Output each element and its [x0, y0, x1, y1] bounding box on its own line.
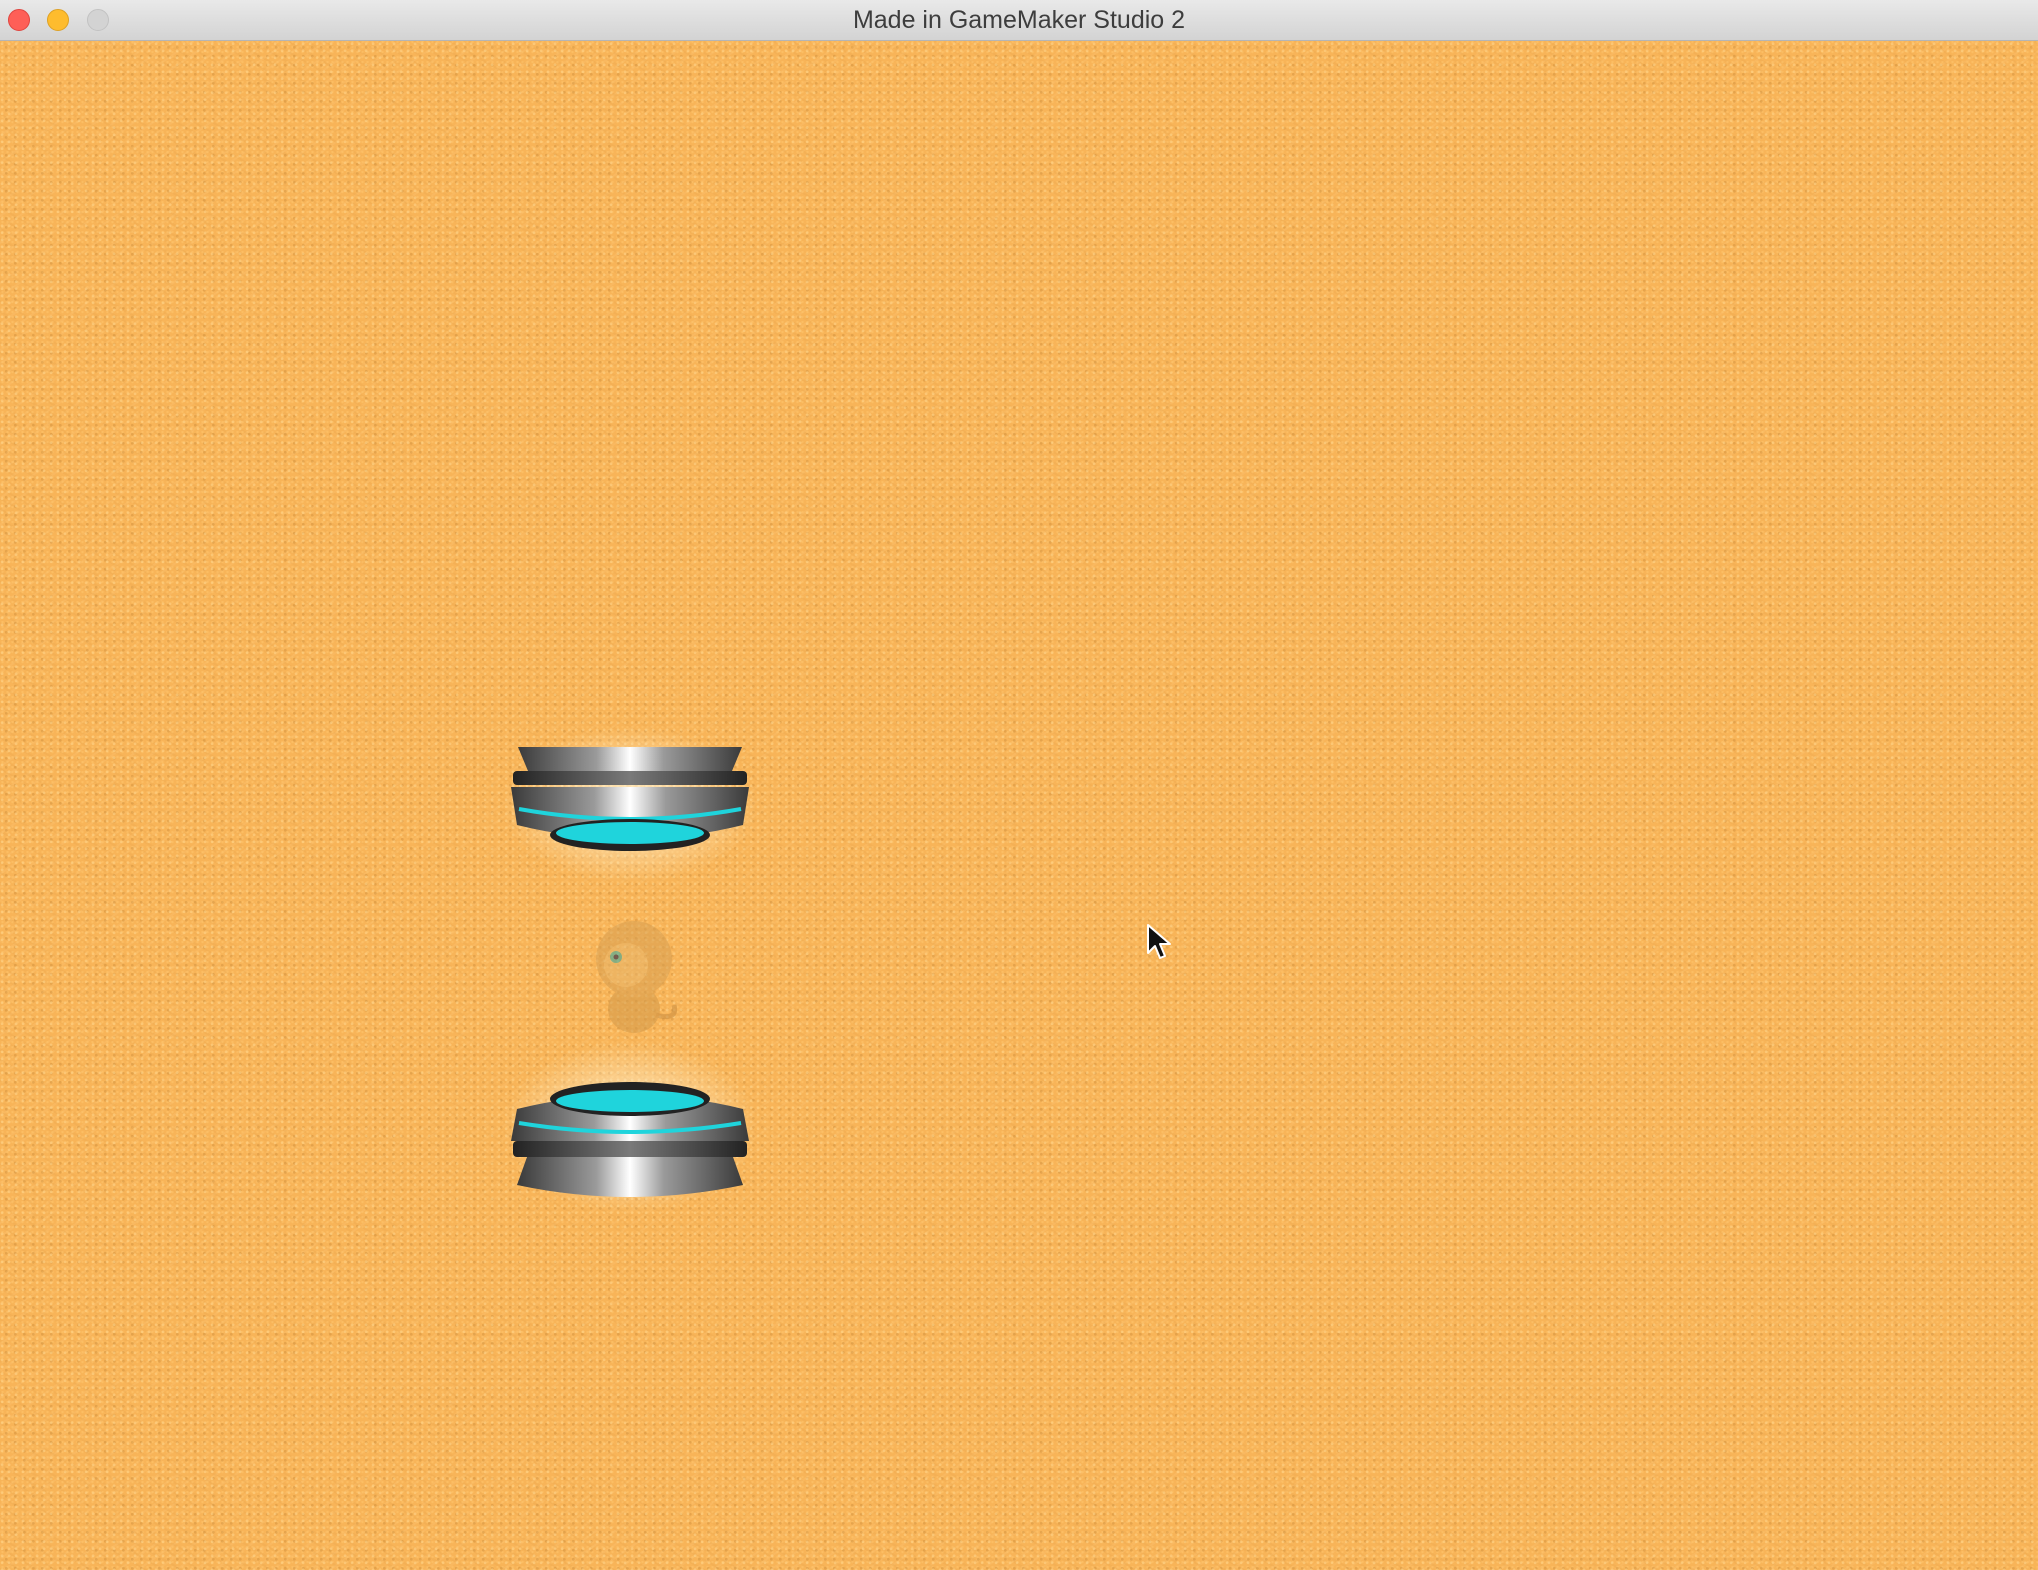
window-title: Made in GameMaker Studio 2: [852, 6, 1186, 34]
arrow-cursor-icon: [1147, 924, 1171, 959]
teleporter-bottom-icon: [505, 1041, 755, 1213]
teleporter-top-icon: [505, 727, 755, 883]
monkey-icon: [596, 921, 678, 1033]
game-canvas[interactable]: [0, 41, 2038, 1570]
game-window: Made in GameMaker Studio 2: [0, 0, 2038, 1570]
title-bar: Made in GameMaker Studio 2: [0, 0, 2038, 41]
